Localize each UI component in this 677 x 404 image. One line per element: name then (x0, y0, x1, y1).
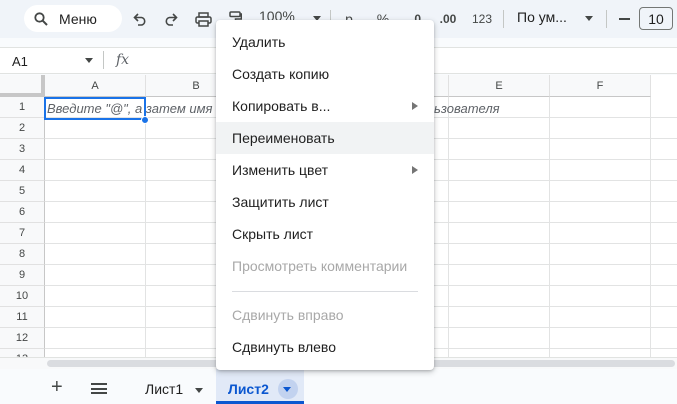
name-box-dropdown-icon[interactable] (85, 58, 93, 63)
row-header-8[interactable]: 8 (0, 244, 45, 265)
row-header-13[interactable]: 13 (0, 349, 45, 357)
menu-item-copy-to[interactable]: Копировать в... (216, 90, 434, 122)
all-sheets-menu-icon[interactable] (91, 383, 107, 394)
row-header-7[interactable]: 7 (0, 223, 45, 244)
menu-item-duplicate[interactable]: Создать копию (216, 58, 434, 90)
toolbar-divider (606, 10, 607, 28)
increase-decimal-button[interactable]: .00 (437, 8, 459, 30)
menu-divider (232, 291, 418, 292)
undo-button[interactable] (131, 8, 149, 30)
menu-search-label: Меню (59, 10, 97, 27)
menu-search-button[interactable]: Меню (24, 5, 122, 32)
formula-bar-divider (103, 51, 104, 69)
fill-handle[interactable] (141, 116, 149, 124)
grid-column-line (145, 97, 146, 357)
grid-column-line (448, 97, 449, 357)
menu-item-delete[interactable]: Удалить (216, 26, 434, 58)
menu-item-protect-sheet[interactable]: Защитить лист (216, 186, 434, 218)
row-header-11[interactable]: 11 (0, 307, 45, 328)
select-all-corner[interactable] (0, 75, 45, 97)
sheet-tab-2-label: Лист2 (228, 381, 269, 397)
submenu-arrow-icon (412, 166, 418, 174)
row-header-12[interactable]: 12 (0, 328, 45, 349)
search-icon (34, 11, 48, 26)
column-header-e[interactable]: E (449, 75, 550, 97)
active-cell-a1[interactable] (44, 97, 146, 120)
add-sheet-button[interactable]: + (51, 377, 63, 397)
row-header-9[interactable]: 9 (0, 265, 45, 286)
menu-item-rename[interactable]: Переименовать (216, 122, 434, 154)
menu-item-move-left[interactable]: Сдвинуть влево (216, 331, 434, 363)
row-header-4[interactable]: 4 (0, 160, 45, 181)
column-header-f[interactable]: F (550, 75, 651, 97)
print-icon (194, 11, 212, 27)
row-header-1[interactable]: 1 (0, 97, 45, 118)
submenu-arrow-icon (412, 102, 418, 110)
menu-item-change-color[interactable]: Изменить цвет (216, 154, 434, 186)
font-dropdown-icon[interactable] (585, 16, 593, 21)
menu-item-view-comments: Просмотреть комментарии (232, 258, 408, 274)
column-header-a[interactable]: A (45, 75, 146, 97)
redo-icon (165, 13, 178, 26)
redo-button[interactable] (162, 8, 180, 30)
number-format-button[interactable]: 123 (470, 8, 494, 30)
font-size-input[interactable]: 10 (639, 7, 673, 30)
row-header-10[interactable]: 10 (0, 286, 45, 307)
row-header-2[interactable]: 2 (0, 118, 45, 139)
toolbar-divider (503, 10, 504, 28)
undo-icon (133, 13, 146, 26)
name-box[interactable]: A1 (12, 54, 28, 69)
menu-item-hide-sheet[interactable]: Скрыть лист (216, 218, 434, 250)
grid-column-line (650, 97, 651, 357)
grid-column-line (549, 97, 550, 357)
row-header-3[interactable]: 3 (0, 139, 45, 160)
sheet-tab-1-dropdown-icon[interactable] (195, 388, 203, 393)
row-header-6[interactable]: 6 (0, 202, 45, 223)
sheet-context-menu: Удалить Создать копию Копировать в... Пе… (216, 20, 434, 370)
sheet-tab-1[interactable]: Лист1 (145, 381, 183, 397)
font-family-select[interactable]: По ум... (517, 9, 567, 25)
fx-icon: fx (116, 52, 130, 68)
menu-item-move-right: Сдвинуть вправо (232, 307, 344, 323)
sheet-tab-2-active[interactable]: Лист2 (216, 369, 304, 404)
decrease-font-size-button[interactable] (619, 18, 630, 20)
spreadsheet-window: Меню 100% р. % .0 .00 123 По ум... 10 A1 (0, 0, 677, 404)
sheet-tab-2-dropdown-icon (283, 387, 291, 392)
print-button[interactable] (193, 8, 213, 30)
cell-hint-tail: ьзователя (434, 101, 500, 116)
row-header-5[interactable]: 5 (0, 181, 45, 202)
